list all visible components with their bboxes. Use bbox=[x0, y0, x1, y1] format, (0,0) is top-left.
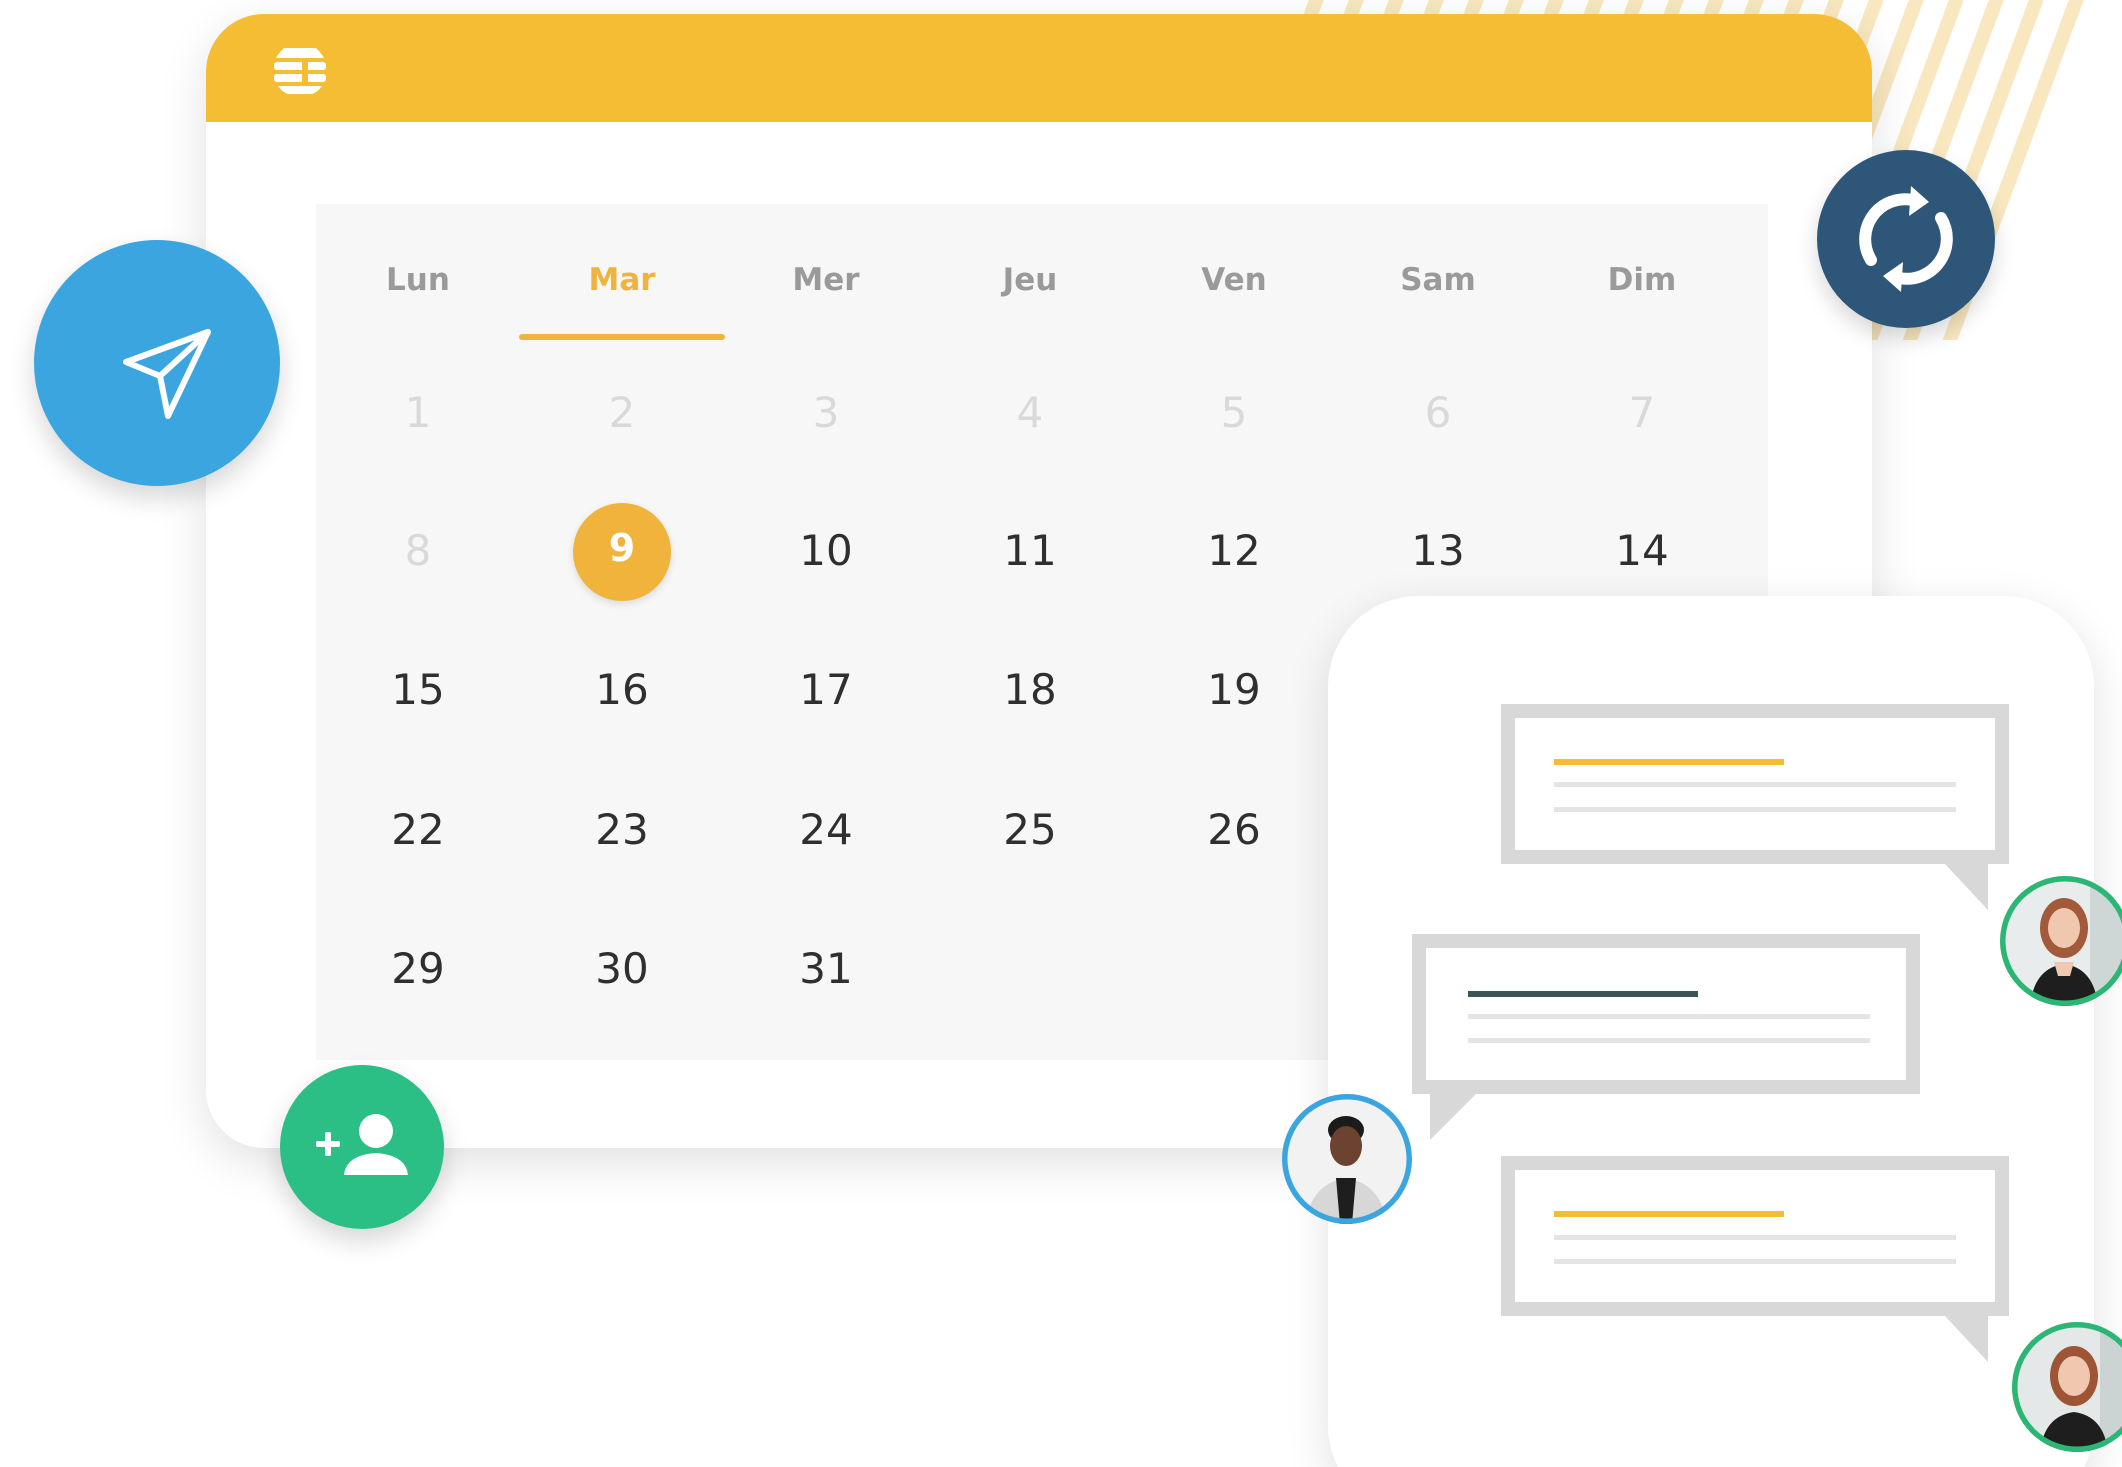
person-woman-blazer bbox=[1282, 1094, 1412, 1224]
sync-icon bbox=[1859, 186, 1953, 292]
chat-messages bbox=[1412, 704, 2009, 1362]
message-title-line bbox=[1554, 759, 1784, 765]
add-user-icon bbox=[316, 1114, 408, 1175]
chat-bubble-2 bbox=[1412, 934, 1920, 1140]
chat-bubble-1 bbox=[1501, 704, 2009, 910]
message-text-line bbox=[1554, 807, 1956, 812]
add-user-button[interactable] bbox=[280, 1065, 444, 1229]
avatar-user-1[interactable] bbox=[2000, 876, 2122, 1006]
message-text-line bbox=[1554, 782, 1956, 787]
message-text-line bbox=[1554, 1235, 1956, 1240]
avatar-user-3[interactable] bbox=[2012, 1322, 2122, 1452]
message-text-line bbox=[1468, 1014, 1870, 1019]
message-text-line bbox=[1468, 1038, 1870, 1043]
person-woman-red-hair bbox=[2000, 876, 2122, 1006]
chat-bubble-3 bbox=[1501, 1156, 2009, 1362]
person-woman-red-hair bbox=[2012, 1322, 2122, 1452]
message-text-line bbox=[1554, 1259, 1956, 1264]
avatar-user-2[interactable] bbox=[1282, 1094, 1412, 1224]
send-button[interactable] bbox=[34, 240, 280, 486]
message-title-line bbox=[1468, 991, 1698, 997]
sync-button[interactable] bbox=[1817, 150, 1995, 328]
message-title-line bbox=[1554, 1211, 1784, 1217]
paper-plane-icon bbox=[123, 329, 211, 419]
